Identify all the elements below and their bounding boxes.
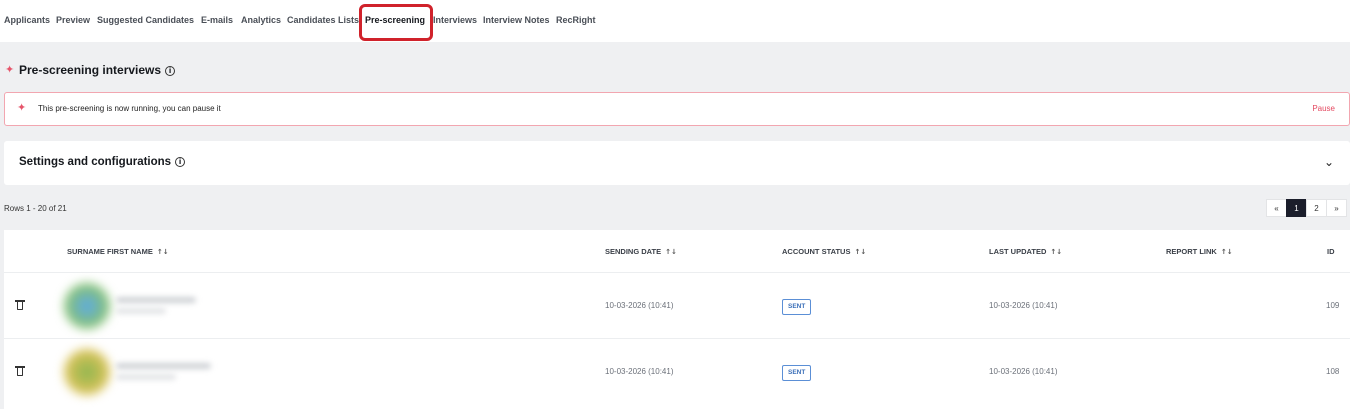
trash-icon[interactable] <box>15 300 25 310</box>
column-header-label: LAST UPDATED <box>989 247 1047 256</box>
column-header-last-updated[interactable]: LAST UPDATED ↑↓ <box>989 247 1062 256</box>
column-header-name[interactable]: SURNAME FIRST NAME ↑↓ <box>67 247 169 256</box>
last-updated: 10-03-2026 (10:41) <box>989 301 1058 310</box>
sort-icon[interactable]: ↑↓ <box>1221 248 1233 256</box>
column-header-report-link[interactable]: REPORT LINK ↑↓ <box>1166 247 1233 256</box>
sort-icon[interactable]: ↑↓ <box>1050 248 1062 256</box>
prev-page-button[interactable]: « <box>1266 199 1287 217</box>
avatar <box>64 283 110 329</box>
table-row[interactable]: 10-03-2026 (10:41) SENT 10-03-2026 (10:4… <box>4 338 1350 404</box>
page-1-button[interactable]: 1 <box>1286 199 1307 217</box>
settings-title: Settings and configurations i <box>19 156 186 168</box>
tab-candidates-lists[interactable]: Candidates Lists <box>287 15 359 25</box>
candidate-detail-redacted <box>116 374 176 380</box>
column-header-label: SENDING DATE <box>605 247 662 256</box>
column-header-label: ACCOUNT STATUS <box>782 247 851 256</box>
page-2-button[interactable]: 2 <box>1306 199 1327 217</box>
sparkle-icon: ✦ <box>17 102 27 114</box>
candidate-name-redacted <box>116 297 196 303</box>
tab-suggested-candidates[interactable]: Suggested Candidates <box>97 15 194 25</box>
sort-icon[interactable]: ↑↓ <box>665 248 677 256</box>
tab-interviews[interactable]: Interviews <box>433 15 477 25</box>
settings-panel[interactable]: Settings and configurations i ⌄ <box>4 141 1350 185</box>
row-count: Rows 1 - 20 of 21 <box>4 204 67 213</box>
table-row[interactable]: 10-03-2026 (10:41) SENT 10-03-2026 (10:4… <box>4 272 1350 338</box>
active-tab-highlight <box>359 4 433 41</box>
info-icon[interactable]: i <box>175 157 186 167</box>
candidate-name-redacted <box>116 363 211 369</box>
tab-analytics[interactable]: Analytics <box>241 15 281 25</box>
next-page-button[interactable]: » <box>1326 199 1347 217</box>
sort-icon[interactable]: ↑↓ <box>157 248 169 256</box>
sparkle-icon: ✦ <box>5 64 15 76</box>
tab-bar: Applicants Preview Suggested Candidates … <box>0 0 1350 42</box>
tab-recright[interactable]: RecRight <box>556 15 596 25</box>
candidate-detail-redacted <box>116 308 166 314</box>
column-header-account-status[interactable]: ACCOUNT STATUS ↑↓ <box>782 247 866 256</box>
sort-icon[interactable]: ↑↓ <box>854 248 866 256</box>
tab-preview[interactable]: Preview <box>56 15 90 25</box>
alert-message: This pre-screening is now running, you c… <box>38 104 221 113</box>
pause-button[interactable]: Pause <box>1312 104 1335 113</box>
row-id: 108 <box>1326 367 1340 376</box>
tab-emails[interactable]: E-mails <box>201 15 233 25</box>
column-header-label: REPORT LINK <box>1166 247 1217 256</box>
page-title: Pre-screening interviews i <box>19 63 176 77</box>
tab-applicants[interactable]: Applicants <box>4 15 50 25</box>
avatar <box>64 349 110 395</box>
column-header-sending-date[interactable]: SENDING DATE ↑↓ <box>605 247 677 256</box>
trash-icon[interactable] <box>15 366 25 376</box>
sending-date: 10-03-2026 (10:41) <box>605 367 674 376</box>
info-icon[interactable]: i <box>165 66 176 76</box>
row-id: 109 <box>1326 301 1340 310</box>
status-badge: SENT <box>782 299 812 315</box>
column-header-label: SURNAME FIRST NAME <box>67 247 153 256</box>
pagination: « 1 2 » <box>1266 199 1347 217</box>
tab-interview-notes[interactable]: Interview Notes <box>483 15 550 25</box>
running-alert: ✦ This pre-screening is now running, you… <box>4 92 1350 126</box>
status-badge: SENT <box>782 365 812 381</box>
interviews-table: SURNAME FIRST NAME ↑↓ SENDING DATE ↑↓ ACCO… <box>4 230 1350 409</box>
column-header-id: ID <box>1327 247 1335 256</box>
sending-date: 10-03-2026 (10:41) <box>605 301 674 310</box>
chevron-down-icon[interactable]: ⌄ <box>1324 155 1334 169</box>
settings-title-text: Settings and configurations <box>19 156 172 168</box>
page-title-text: Pre-screening interviews <box>19 63 162 77</box>
last-updated: 10-03-2026 (10:41) <box>989 367 1058 376</box>
